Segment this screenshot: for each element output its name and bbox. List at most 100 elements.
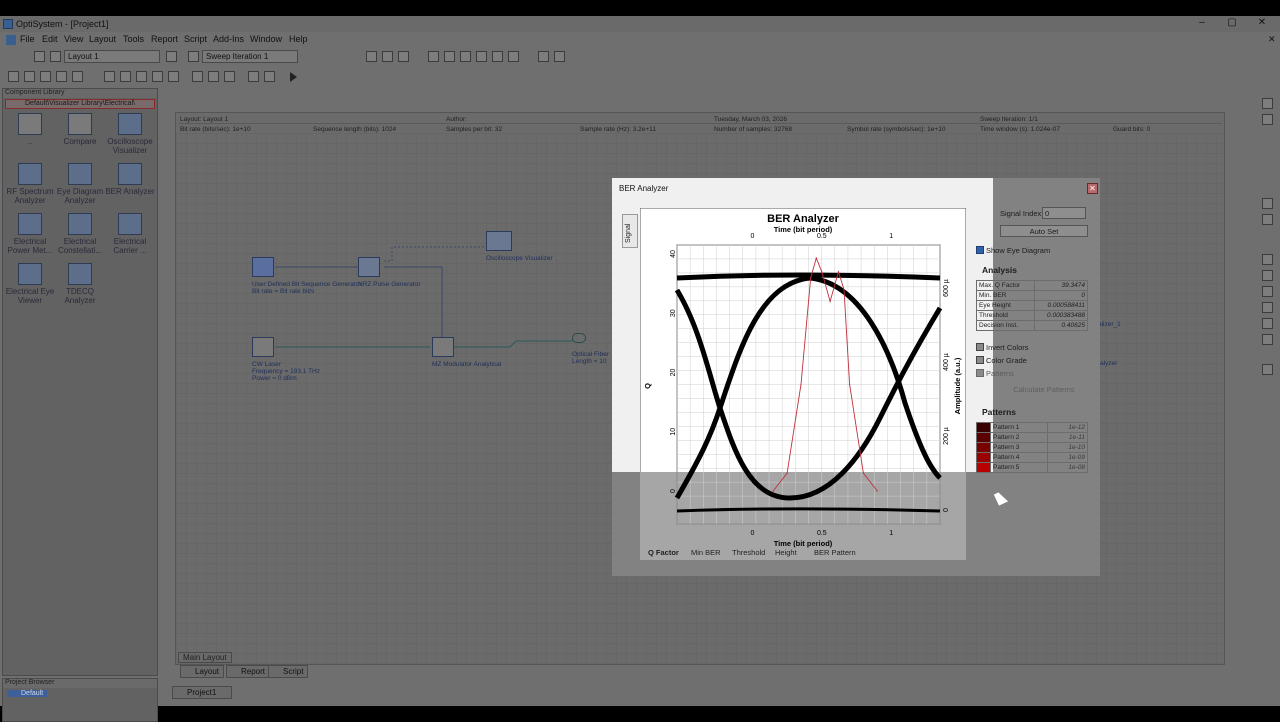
doc-close-icon[interactable]: ✕ xyxy=(1268,34,1276,45)
open-2-icon[interactable] xyxy=(136,71,147,82)
color-grade-checkbox[interactable]: Color Grade xyxy=(976,356,1027,365)
lib-item-eye-viewer[interactable]: Electrical Eye Viewer xyxy=(5,263,55,305)
menu-view[interactable]: View xyxy=(64,34,83,44)
fit-width-icon[interactable] xyxy=(1262,318,1273,329)
library-path[interactable]: Default\Visualizer Library\Electrical\ xyxy=(5,99,155,109)
lib-item-up[interactable]: .. xyxy=(5,113,55,146)
lib-item-label: Electrical Constellati... xyxy=(57,237,103,255)
rectangle-icon[interactable] xyxy=(1262,198,1273,209)
tab-ber-pattern[interactable]: BER Pattern xyxy=(814,548,856,557)
zoom-fit-icon[interactable] xyxy=(1262,286,1273,297)
close-icon[interactable]: ✕ xyxy=(1252,17,1272,31)
lib-item-carrier[interactable]: Electrical Carrier ... xyxy=(105,213,155,255)
auto-set-button[interactable]: Auto Set xyxy=(1000,225,1088,237)
toolbar-tool-3-icon[interactable] xyxy=(398,51,409,62)
lib-item-ber-analyzer[interactable]: BER Analyzer xyxy=(105,163,155,196)
doc-icon[interactable] xyxy=(6,35,16,45)
zoom-area-icon[interactable] xyxy=(1262,302,1273,313)
tab-height[interactable]: Height xyxy=(775,548,797,557)
toolbar-tool-10-icon[interactable] xyxy=(538,51,549,62)
lib-item-power-meter[interactable]: Electrical Power Met... xyxy=(5,213,55,255)
save-file-icon[interactable] xyxy=(152,71,163,82)
toolbar-tool-7-icon[interactable] xyxy=(476,51,487,62)
patterns-checkbox[interactable]: Patterns xyxy=(976,369,1014,378)
layout-select[interactable]: Layout 1 xyxy=(64,50,160,63)
fit-height-icon[interactable] xyxy=(1262,334,1273,345)
pattern-label: Pattern 5 xyxy=(989,462,1049,473)
lib-item-constellation[interactable]: Electrical Constellati... xyxy=(55,213,105,255)
tab-project1[interactable]: Project1 xyxy=(172,686,232,699)
toolbar-tool-8-icon[interactable] xyxy=(492,51,503,62)
new-icon[interactable] xyxy=(104,71,115,82)
print-icon[interactable] xyxy=(168,71,179,82)
menu-report[interactable]: Report xyxy=(151,34,178,44)
undo-icon[interactable] xyxy=(248,71,259,82)
cut-icon[interactable] xyxy=(192,71,203,82)
nrz-pulse-generator[interactable]: NRZ Pulse Generator xyxy=(358,257,421,288)
layout-icon[interactable] xyxy=(34,51,45,62)
prbs-generator[interactable]: User Defined Bit Sequence Generator Bit … xyxy=(252,257,361,295)
minimize-icon[interactable]: – xyxy=(1192,17,1212,31)
lib-item-oscilloscope[interactable]: Oscilloscope Visualizer xyxy=(105,113,155,155)
toolbar-tool-4-icon[interactable] xyxy=(428,51,439,62)
select-icon[interactable] xyxy=(1262,114,1273,125)
toolbar-tool-5-icon[interactable] xyxy=(444,51,455,62)
maximize-icon[interactable]: ▢ xyxy=(1222,17,1242,31)
layout-list-icon[interactable] xyxy=(50,51,61,62)
zoom-out-icon[interactable] xyxy=(1262,270,1273,281)
oscilloscope-component[interactable]: Oscilloscope Visualizer xyxy=(486,231,553,262)
menu-layout[interactable]: Layout xyxy=(89,34,116,44)
sweep-select[interactable]: Sweep Iteration 1 xyxy=(202,50,298,63)
tab-main-layout[interactable]: Main Layout xyxy=(178,652,232,663)
menu-file[interactable]: File xyxy=(20,34,35,44)
tool-d-icon[interactable] xyxy=(56,71,67,82)
tool-c-icon[interactable] xyxy=(40,71,51,82)
tab-script[interactable]: Script xyxy=(268,665,309,678)
toolbar-tool-9-icon[interactable] xyxy=(508,51,519,62)
dialog-close-icon[interactable]: ✕ xyxy=(1087,183,1098,194)
invert-colors-checkbox[interactable]: Invert Colors xyxy=(976,343,1029,352)
menu-tools[interactable]: Tools xyxy=(123,34,144,44)
tab-threshold[interactable]: Threshold xyxy=(732,548,765,557)
signal-index-input[interactable]: 0 xyxy=(1042,207,1086,219)
tab-layout[interactable]: Layout xyxy=(180,665,225,678)
tab-report[interactable]: Report xyxy=(226,665,271,678)
lib-item-eye-diagram[interactable]: Eye Diagram Analyzer xyxy=(55,163,105,205)
menu-add-ins[interactable]: Add-Ins xyxy=(213,34,244,44)
toolbar-tool-2-icon[interactable] xyxy=(382,51,393,62)
mz-modulator[interactable]: MZ Modulator Analytical xyxy=(432,337,501,368)
layout-props-icon[interactable] xyxy=(166,51,177,62)
tool-e-icon[interactable] xyxy=(72,71,83,82)
ber-plot[interactable]: BER Analyzer Time (bit period) Time (bit… xyxy=(640,208,966,560)
lib-item-rf-spectrum[interactable]: RF Spectrum Analyzer xyxy=(5,163,55,205)
paste-icon[interactable] xyxy=(224,71,235,82)
tab-q-factor[interactable]: Q Factor xyxy=(648,548,679,557)
zoom-in-icon[interactable] xyxy=(1262,254,1273,265)
redo-icon[interactable] xyxy=(264,71,275,82)
ellipse-icon[interactable] xyxy=(1262,214,1273,225)
tool-a-icon[interactable] xyxy=(8,71,19,82)
project-item[interactable]: Default xyxy=(7,690,47,697)
sweep-icon[interactable] xyxy=(188,51,199,62)
run-icon[interactable] xyxy=(290,72,297,82)
lib-item-tdecq[interactable]: TDECQ Analyzer xyxy=(55,263,105,305)
show-eye-diagram-checkbox[interactable]: Show Eye Diagram xyxy=(976,246,1050,255)
menu-edit[interactable]: Edit xyxy=(42,34,58,44)
menu-help[interactable]: Help xyxy=(289,34,308,44)
open-icon[interactable] xyxy=(120,71,131,82)
tab-min-ber[interactable]: Min BER xyxy=(691,548,721,557)
cw-laser[interactable]: CW Laser Frequency = 193.1 THz Power = 0… xyxy=(252,337,320,382)
lib-item-compare[interactable]: Compare xyxy=(55,113,105,146)
layer-icon[interactable] xyxy=(1262,364,1273,375)
copy-icon[interactable] xyxy=(208,71,219,82)
signal-side-tab[interactable]: Signal xyxy=(622,214,638,248)
tool-b-icon[interactable] xyxy=(24,71,35,82)
pointer-icon[interactable] xyxy=(1262,98,1273,109)
calculate-patterns-button[interactable]: Calculate Patterns xyxy=(1000,384,1088,396)
toolbar-tool-6-icon[interactable] xyxy=(460,51,471,62)
toolbar-tool-1-icon[interactable] xyxy=(366,51,377,62)
menu-window[interactable]: Window xyxy=(250,34,282,44)
menu-script[interactable]: Script xyxy=(184,34,207,44)
save-icon[interactable] xyxy=(554,51,565,62)
optical-fiber[interactable]: Optical Fiber Length = 10 xyxy=(572,333,609,365)
